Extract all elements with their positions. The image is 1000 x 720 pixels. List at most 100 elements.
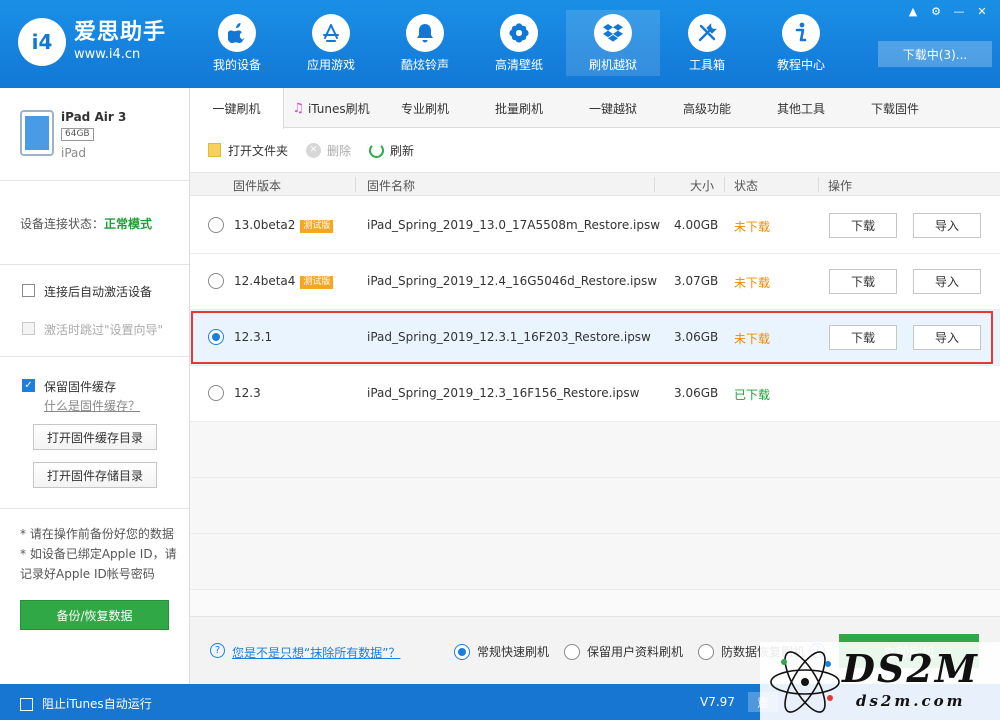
device-name: iPad Air 3	[61, 110, 127, 124]
tab-one-click-flash[interactable]: 一键刷机	[190, 88, 284, 129]
download-button[interactable]: 下载	[829, 213, 897, 238]
firmware-size: 3.06GB	[674, 330, 719, 344]
firmware-status: 未下载	[734, 332, 771, 346]
delete-button: ✕ 删除	[306, 142, 351, 159]
skin-icon[interactable]: ▲	[903, 3, 923, 19]
device-type: iPad	[61, 146, 87, 160]
tab-other-tools[interactable]: 其他工具	[754, 88, 848, 128]
refresh-icon	[369, 142, 385, 158]
firmware-radio[interactable]	[208, 217, 224, 233]
firmware-version: 12.4beta4	[234, 274, 296, 288]
open-store-dir-button[interactable]: 打开固件存储目录	[33, 462, 157, 488]
block-itunes-checkbox[interactable]	[20, 697, 33, 711]
nav-my-device[interactable]: 我的设备	[190, 10, 284, 76]
firmware-toolbar: 打开文件夹 ✕ 删除 刷新	[190, 128, 1000, 172]
tab-download-firmware[interactable]: 下载固件	[848, 88, 942, 128]
itunes-icon: ♫	[292, 100, 304, 116]
block-itunes-option[interactable]: 阻止iTunes自动运行	[20, 695, 152, 712]
app-store-icon	[312, 14, 350, 52]
firmware-status: 已下载	[734, 388, 771, 402]
col-size: 大小	[690, 179, 715, 193]
firmware-radio[interactable]	[208, 385, 224, 401]
auto-activate-option[interactable]: 连接后自动激活设备	[22, 283, 152, 300]
auto-activate-checkbox[interactable]	[22, 284, 35, 297]
logo-badge: i4	[18, 18, 66, 66]
table-row[interactable]: 13.0beta2 测试版 iPad_Spring_2019_13.0_17A55…	[190, 198, 1000, 254]
import-button[interactable]: 导入	[913, 325, 981, 350]
mode-anti-recovery-radio[interactable]	[698, 643, 714, 660]
refresh-button[interactable]: 刷新	[369, 142, 414, 159]
import-button[interactable]: 导入	[913, 213, 981, 238]
backup-restore-button[interactable]: 备份/恢复数据	[20, 600, 169, 630]
open-cache-dir-button[interactable]: 打开固件缓存目录	[33, 424, 157, 450]
mode-quick-option[interactable]: 常规快速刷机	[454, 643, 549, 660]
logo-url: www.i4.cn	[74, 47, 141, 62]
nav-tutorials[interactable]: 教程中心	[754, 10, 848, 76]
watermark-sub: ds2m.com	[856, 692, 966, 710]
logo-name: 爱思助手	[74, 20, 167, 45]
empty-row	[190, 478, 1000, 534]
beta-badge: 测试版	[300, 220, 334, 233]
backup-notes: * 请在操作前备份好您的数据 * 如设备已绑定Apple ID，请记录好Appl…	[20, 527, 177, 581]
firmware-status: 未下载	[734, 220, 771, 234]
nav-wallpapers[interactable]: 高清壁纸	[472, 10, 566, 76]
flower-icon	[500, 14, 538, 52]
app-version: V7.97	[700, 695, 735, 709]
bell-icon	[406, 14, 444, 52]
main-nav: 我的设备 应用游戏 酷炫铃声 高清壁纸 刷机越狱 工具箱 教程中心	[190, 10, 848, 88]
nav-apps-games[interactable]: 应用游戏	[284, 10, 378, 76]
window-controls: ▲ ⚙ — ✕	[903, 3, 992, 19]
delete-icon: ✕	[306, 142, 322, 158]
tools-icon	[688, 14, 726, 52]
info-icon	[782, 14, 820, 52]
nav-flash-jailbreak[interactable]: 刷机越狱	[566, 10, 660, 76]
close-icon[interactable]: ✕	[972, 3, 992, 19]
col-action: 操作	[828, 179, 853, 193]
mode-quick-radio[interactable]	[454, 643, 470, 660]
firmware-table-header: 固件版本 固件名称 大小 状态 操作	[190, 172, 1000, 196]
import-button[interactable]: 导入	[913, 269, 981, 294]
tab-pro-flash[interactable]: 专业刷机	[378, 88, 472, 128]
nav-toolbox[interactable]: 工具箱	[660, 10, 754, 76]
tab-advanced[interactable]: 高级功能	[660, 88, 754, 128]
firmware-list: 13.0beta2 测试版 iPad_Spring_2019_13.0_17A55…	[190, 198, 1000, 616]
skip-guide-option: 激活时跳过"设置向导"	[22, 321, 163, 338]
what-is-cache-link[interactable]: 什么是固件缓存？	[44, 397, 140, 414]
download-button[interactable]: 下载	[829, 269, 897, 294]
dropbox-icon	[594, 14, 632, 52]
col-status: 状态	[734, 179, 759, 193]
minimize-icon[interactable]: —	[949, 3, 969, 19]
tab-batch-flash[interactable]: 批量刷机	[472, 88, 566, 128]
firmware-version: 12.3	[234, 386, 261, 400]
firmware-radio[interactable]	[208, 273, 224, 289]
firmware-name: iPad_Spring_2019_13.0_17A5508m_Restore.i…	[367, 218, 661, 232]
nav-ringtones[interactable]: 酷炫铃声	[378, 10, 472, 76]
tab-jailbreak[interactable]: 一键越狱	[566, 88, 660, 128]
connection-status-value: 正常模式	[104, 217, 153, 231]
mode-keep-data-radio[interactable]	[564, 643, 580, 660]
empty-row	[190, 534, 1000, 590]
keep-cache-checkbox[interactable]: ✓	[22, 379, 35, 392]
downloading-button[interactable]: 下载中(3)...	[878, 41, 992, 67]
tab-itunes-flash[interactable]: ♫ iTunes刷机	[284, 88, 378, 128]
mode-keep-data-option[interactable]: 保留用户资料刷机	[564, 643, 683, 660]
table-row-selected[interactable]: 12.3.1 iPad_Spring_2019_12.3.1_16F203_Re…	[190, 310, 1000, 366]
connection-status: 设备连接状态：正常模式	[20, 217, 153, 231]
watermark-main: DS2M	[842, 646, 979, 691]
table-row[interactable]: 12.3 iPad_Spring_2019_12.3_16F156_Restor…	[190, 366, 1000, 422]
settings-icon[interactable]: ⚙	[926, 3, 946, 19]
keep-cache-option[interactable]: ✓ 保留固件缓存 什么是固件缓存？	[22, 378, 140, 414]
col-version: 固件版本	[233, 179, 282, 193]
skip-guide-checkbox	[22, 322, 35, 335]
firmware-radio[interactable]	[208, 329, 224, 345]
firmware-name: iPad_Spring_2019_12.4_16G5046d_Restore.i…	[367, 274, 658, 288]
atom-logo-icon	[770, 651, 840, 713]
firmware-status: 未下载	[734, 276, 771, 290]
download-button[interactable]: 下载	[829, 325, 897, 350]
device-info: iPad Air 3 64GB iPad	[20, 108, 180, 168]
firmware-size: 3.06GB	[674, 386, 719, 400]
erase-data-link[interactable]: 您是不是只想“抹除所有数据”？	[232, 644, 400, 661]
open-folder-button[interactable]: 打开文件夹	[208, 142, 288, 159]
help-icon: ?	[210, 643, 225, 658]
table-row[interactable]: 12.4beta4 测试版 iPad_Spring_2019_12.4_16G50…	[190, 254, 1000, 310]
